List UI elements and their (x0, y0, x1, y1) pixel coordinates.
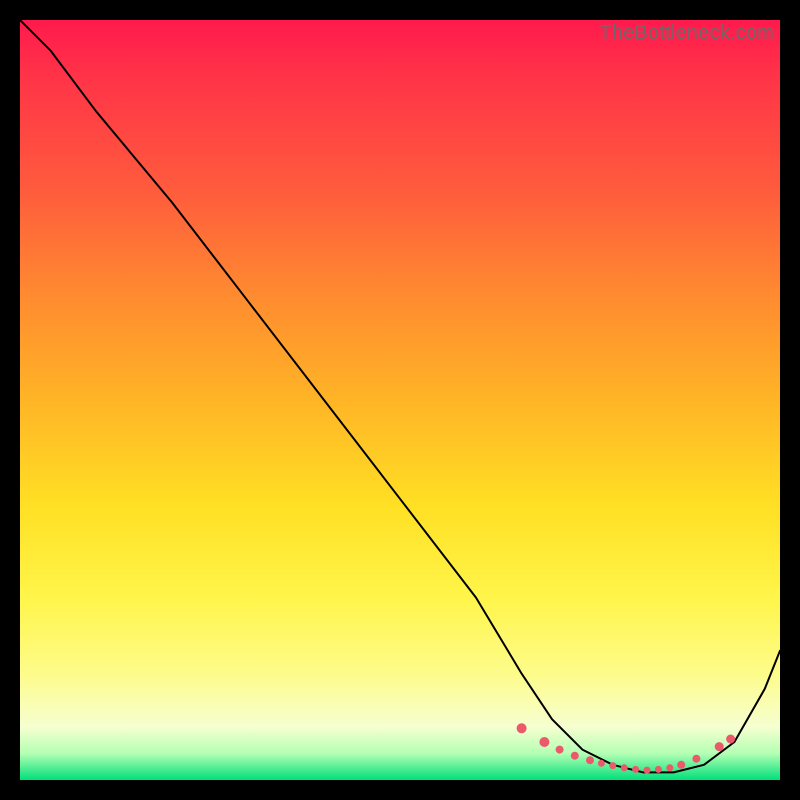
marker-dot (586, 756, 594, 764)
marker-dot (571, 752, 579, 760)
marker-dot (621, 764, 628, 771)
marker-dot (655, 766, 662, 773)
marker-dot (517, 723, 527, 733)
marker-dot (715, 742, 724, 751)
plot-area: TheBottleneck.com (20, 20, 780, 780)
marker-dot (666, 764, 673, 771)
chart-frame: TheBottleneck.com (0, 0, 800, 800)
marker-dot (556, 746, 564, 754)
marker-dot (692, 755, 700, 763)
marker-dot (644, 767, 651, 774)
marker-dot (677, 761, 685, 769)
marker-dot (632, 766, 639, 773)
marker-dot (726, 735, 735, 744)
marker-dot (609, 762, 616, 769)
marker-dot (598, 760, 605, 767)
chart-svg (20, 20, 780, 780)
bottleneck-curve (20, 20, 780, 772)
marker-dot (539, 737, 549, 747)
